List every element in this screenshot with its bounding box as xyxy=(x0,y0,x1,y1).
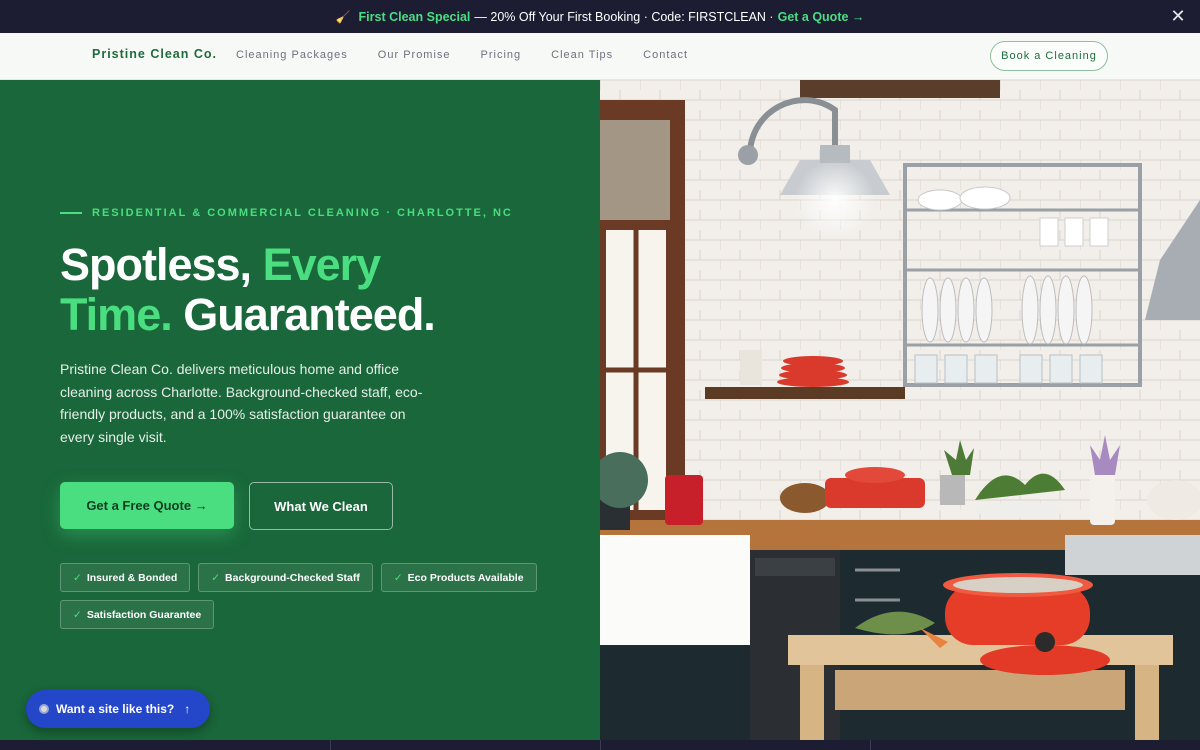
hero-section: RESIDENTIAL & COMMERCIAL CLEANING · CHAR… xyxy=(0,80,600,740)
what-we-clean-button[interactable]: What We Clean xyxy=(249,482,393,530)
check-icon: ✓ xyxy=(73,608,82,621)
badge-satisfaction: ✓ Satisfaction Guarantee xyxy=(60,600,215,629)
badge-background-checked: ✓ Background-Checked Staff xyxy=(198,563,373,592)
badge-eco-products: ✓ Eco Products Available xyxy=(380,563,537,592)
announcement-bar: 🧹 First Clean Special — 20% Off Your Fir… xyxy=(0,0,1200,33)
headline-accent2: Time. xyxy=(60,289,173,340)
check-icon: ✓ xyxy=(393,571,403,584)
hero-headline: Spotless, Every Time. Guaranteed. xyxy=(60,240,580,340)
book-cleaning-button[interactable]: Book a Cleaning xyxy=(990,41,1108,71)
free-quote-button[interactable]: Get a Free Quote → xyxy=(60,482,234,529)
site-button-label: Want a site like this? xyxy=(56,702,175,716)
bottom-strip xyxy=(0,740,1200,750)
check-icon: ✓ xyxy=(211,571,221,584)
nav-link-cleaning-packages[interactable]: Cleaning Packages xyxy=(236,49,348,61)
broom-icon: 🧹 xyxy=(335,9,351,24)
headline-part2: Guaranteed. xyxy=(183,289,436,340)
badge-label: Background-Checked Staff xyxy=(225,571,360,584)
top-nav: Pristine Clean Co. Cleaning Packages Our… xyxy=(0,33,1200,80)
check-icon: ✓ xyxy=(73,571,82,584)
strip-divider xyxy=(330,740,331,750)
nav-link-our-promise[interactable]: Our Promise xyxy=(378,49,451,61)
nav-links: Cleaning Packages Our Promise Pricing Cl… xyxy=(236,49,688,61)
hero-kitchen-image xyxy=(600,80,1200,740)
eyebrow-text: RESIDENTIAL & COMMERCIAL CLEANING · CHAR… xyxy=(92,207,513,219)
strip-divider xyxy=(870,740,871,750)
trust-badges: ✓ Insured & Bonded ✓ Background-Checked St… xyxy=(60,563,540,629)
badge-label: Eco Products Available xyxy=(407,571,524,584)
nav-link-contact[interactable]: Contact xyxy=(643,49,688,61)
nav-link-pricing[interactable]: Pricing xyxy=(481,49,522,61)
announcement-highlight: First Clean Special xyxy=(358,9,471,24)
nav-link-clean-tips[interactable]: Clean Tips xyxy=(551,49,613,61)
badge-label: Insured & Bonded xyxy=(86,571,178,584)
headline-accent1: Every xyxy=(262,239,382,290)
site-like-this-button[interactable]: Want a site like this? ↑ xyxy=(26,690,210,728)
eyebrow-dash xyxy=(60,212,82,214)
hero-eyebrow: RESIDENTIAL & COMMERCIAL CLEANING · CHAR… xyxy=(60,207,513,219)
hero-subtext: Pristine Clean Co. delivers meticulous h… xyxy=(60,361,423,445)
strip-divider xyxy=(600,740,601,750)
badge-label: Satisfaction Guarantee xyxy=(86,608,202,621)
arrow-up-icon: ↑ xyxy=(184,702,191,716)
brand-logo[interactable]: Pristine Clean Co. xyxy=(92,47,217,61)
status-dot-icon xyxy=(39,704,49,714)
announcement-text: — 20% Off Your First Booking · Code: FIR… xyxy=(474,9,774,24)
announcement-cta-link[interactable]: Get a Quote → xyxy=(778,10,865,24)
headline-part1: Spotless, xyxy=(60,239,252,290)
close-icon[interactable]: ✕ xyxy=(1168,6,1188,26)
badge-insured: ✓ Insured & Bonded xyxy=(60,563,191,592)
